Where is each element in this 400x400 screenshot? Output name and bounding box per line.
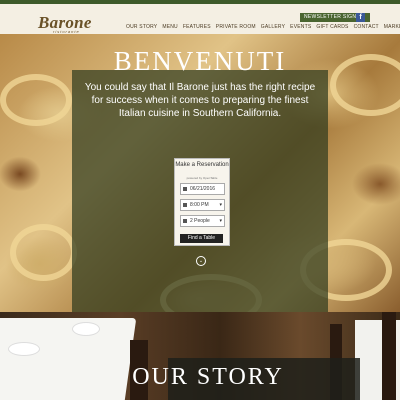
calendar-icon: [183, 187, 187, 191]
reservation-title: Make a Reservation: [175, 162, 229, 168]
nav-item-gallery[interactable]: GALLERY: [261, 24, 285, 32]
chevron-down-icon: ▾: [219, 202, 222, 208]
nav-item-menu[interactable]: MENU: [162, 24, 178, 32]
nav-item-contact[interactable]: CONTACT: [354, 24, 379, 32]
chevron-down-icon: ▾: [219, 218, 222, 224]
party-size-select[interactable]: 2 People ▾: [180, 215, 225, 227]
time-value: 8:00 PM: [190, 202, 209, 208]
nav-item-our-story[interactable]: OUR STORY: [126, 24, 157, 32]
nav-item-events[interactable]: EVENTS: [290, 24, 311, 32]
our-story-title[interactable]: OUR STORY: [0, 364, 400, 391]
pasta-curl: [0, 74, 72, 126]
facebook-icon[interactable]: f: [356, 13, 365, 22]
plate: [72, 322, 100, 336]
reservation-subtitle: powered by OpenTable: [186, 176, 218, 180]
time-select[interactable]: 8:00 PM ▾: [180, 199, 225, 211]
main-nav: OUR STORY MENU FEATURES PRIVATE ROOM GAL…: [126, 24, 400, 32]
date-field[interactable]: 06/21/2016: [180, 183, 225, 195]
date-value: 06/21/2016: [190, 186, 216, 192]
nav-item-gift-cards[interactable]: GIFT CARDS: [316, 24, 348, 32]
plate: [8, 342, 40, 356]
our-story-section: OUR STORY: [0, 312, 400, 400]
scroll-down-icon[interactable]: ⌄: [196, 256, 206, 266]
pasta-curl: [10, 224, 77, 281]
nav-item-features[interactable]: FEATURES: [183, 24, 211, 32]
reservation-widget: Make a Reservation powered by OpenTable …: [174, 158, 230, 246]
nav-item-market[interactable]: MARKET: [384, 24, 400, 32]
party-size-value: 2 People: [190, 218, 210, 224]
nav-item-private-room[interactable]: PRIVATE ROOM: [216, 24, 256, 32]
clock-icon: [183, 203, 187, 207]
person-icon: [183, 219, 187, 223]
hero-intro-text: You could say that Il Barone just has th…: [84, 82, 316, 119]
site-header: Barone ristorante NEWSLETTER SIGN UP f O…: [0, 4, 400, 34]
find-table-button[interactable]: Find a Table: [180, 234, 223, 243]
hero-title: BENVENUTI: [113, 46, 287, 76]
